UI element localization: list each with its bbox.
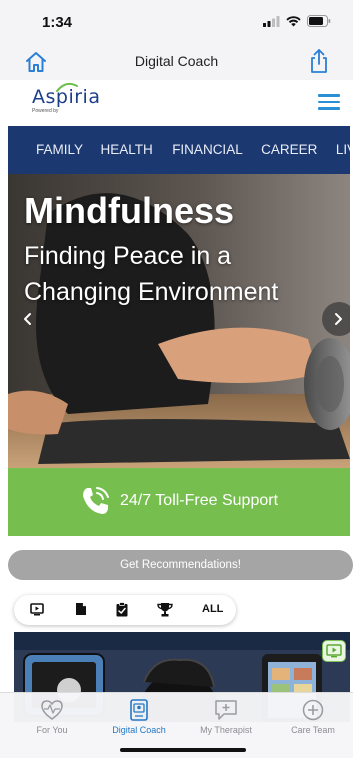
category-family[interactable]: FAMILY	[36, 126, 83, 174]
logo-swoosh-icon	[56, 82, 78, 92]
tab-label: Digital Coach	[112, 725, 166, 735]
logo-subtext: Powered by	[32, 108, 59, 114]
aspiria-logo[interactable]: Aspiria Powered by	[32, 82, 100, 114]
carousel-prev-button[interactable]	[16, 304, 40, 334]
tab-label: My Therapist	[200, 725, 252, 735]
phone-icon	[83, 487, 109, 514]
hamburger-line	[318, 94, 340, 97]
share-icon	[311, 49, 327, 73]
category-financial[interactable]: FINANCIAL	[172, 126, 243, 174]
site-header: Aspiria Powered by	[8, 80, 350, 126]
tab-label: For You	[36, 725, 68, 735]
category-health[interactable]: HEALTH	[100, 126, 152, 174]
support-label: 24/7 Toll-Free Support	[120, 492, 279, 509]
video-icon	[30, 603, 44, 616]
video-badge	[322, 640, 346, 662]
content-filter-bar: ALL	[14, 595, 236, 625]
filter-video-button[interactable]	[30, 602, 44, 618]
chevron-right-icon	[335, 313, 342, 325]
tab-my-therapist[interactable]: My Therapist	[186, 699, 266, 735]
play-video-icon	[326, 644, 342, 658]
toll-free-support-banner[interactable]: 24/7 Toll-Free Support	[8, 468, 350, 536]
status-icons	[263, 15, 331, 27]
chevron-left-icon	[24, 313, 31, 325]
status-bar: 1:34	[0, 0, 353, 44]
status-time: 1:34	[42, 14, 73, 31]
filter-trophy-button[interactable]	[156, 602, 174, 618]
plus-circle-icon	[302, 699, 324, 721]
battery-icon	[307, 15, 331, 27]
menu-button[interactable]	[318, 94, 340, 110]
hero-subtitle: Finding Peace in a Changing Environment	[24, 242, 279, 306]
checklist-icon	[116, 602, 128, 617]
tab-label: Care Team	[291, 725, 335, 735]
category-career[interactable]: CAREER	[261, 126, 317, 174]
home-indicator[interactable]	[120, 748, 246, 752]
carousel-next-button[interactable]	[322, 302, 350, 336]
get-recommendations-button[interactable]: Get Recommendations!	[8, 550, 353, 580]
tab-care-team[interactable]: Care Team	[273, 699, 353, 735]
category-living[interactable]: LIVI	[336, 126, 350, 174]
therapist-chat-icon	[215, 700, 237, 720]
digital-coach-icon	[130, 699, 148, 721]
trophy-icon	[157, 603, 173, 617]
filter-all-button[interactable]: ALL	[202, 603, 223, 615]
share-button[interactable]	[307, 48, 331, 74]
heart-pulse-icon	[41, 700, 63, 720]
signal-icon	[263, 15, 280, 27]
tab-for-you[interactable]: For You	[12, 699, 92, 735]
hero-title: Mindfulness	[24, 190, 235, 231]
hamburger-line	[318, 107, 340, 110]
nav-title: Digital Coach	[134, 53, 219, 69]
wifi-icon	[286, 15, 301, 26]
filter-checklist-button[interactable]	[116, 602, 128, 618]
navigation-bar: Digital Coach	[0, 44, 353, 80]
document-icon	[76, 603, 86, 615]
category-nav: FAMILY HEALTH FINANCIAL CAREER LIVI	[8, 126, 350, 174]
filter-document-button[interactable]	[75, 602, 87, 618]
hamburger-line	[318, 100, 340, 103]
tab-digital-coach[interactable]: Digital Coach	[99, 699, 179, 735]
hero-carousel[interactable]: Mindfulness Finding Peace in a Changing …	[8, 174, 350, 468]
